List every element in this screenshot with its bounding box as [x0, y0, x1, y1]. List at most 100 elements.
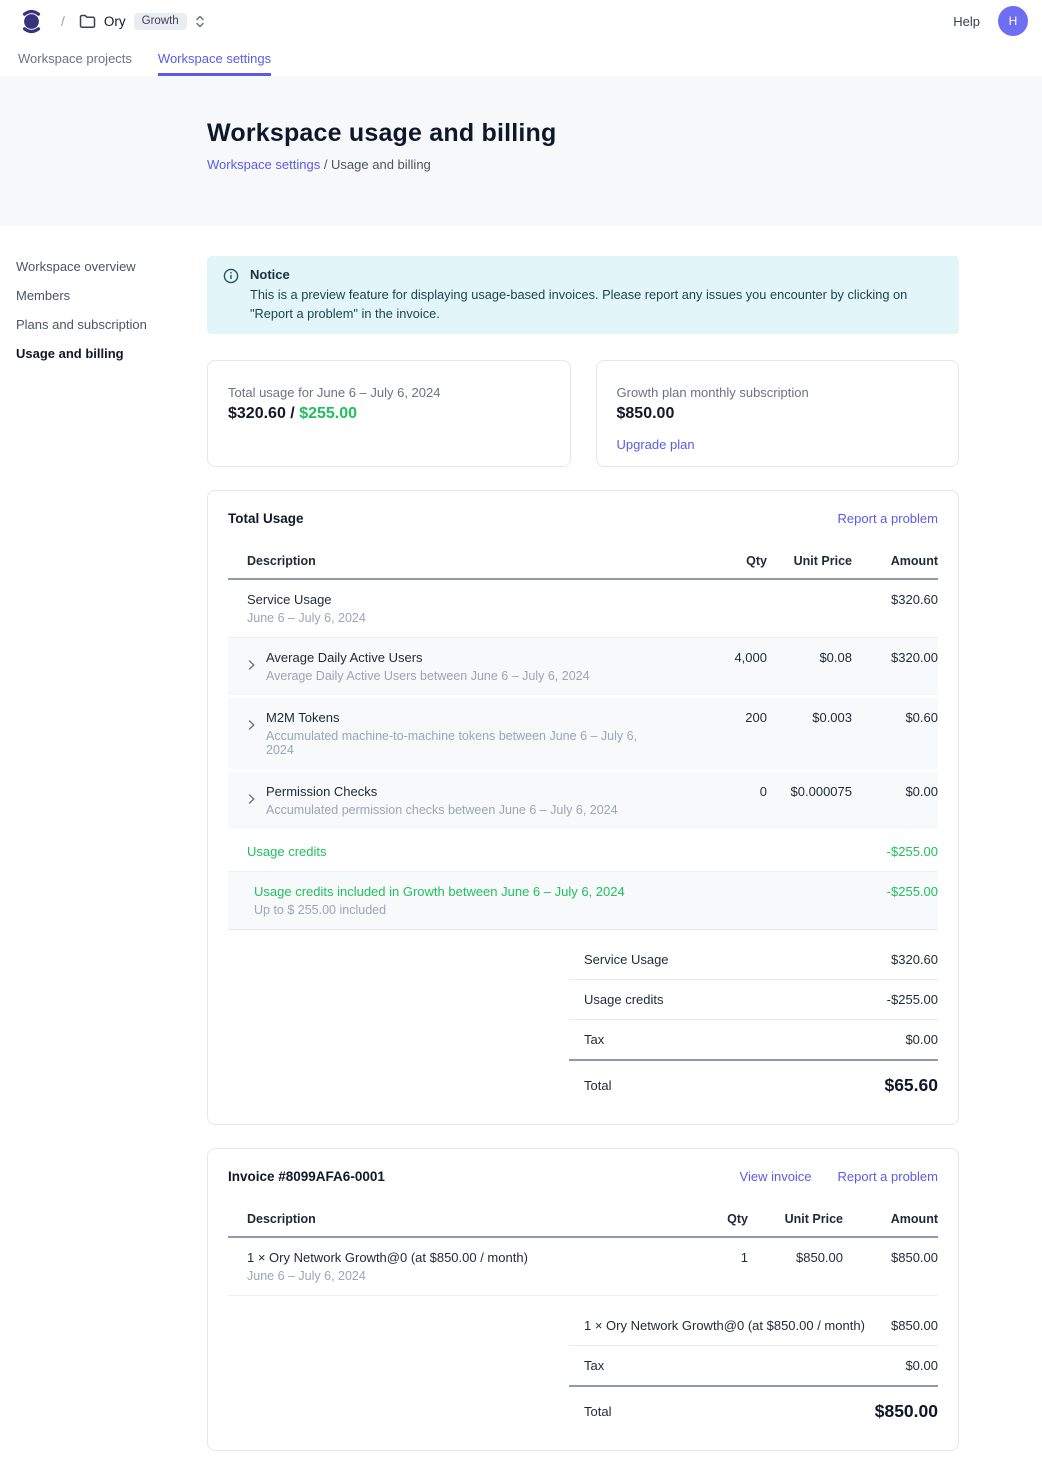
- chevron-right-icon[interactable]: [247, 793, 256, 817]
- breadcrumb-current: / Usage and billing: [320, 157, 431, 172]
- summary-label: Usage credits: [569, 992, 663, 1007]
- preview-notice-banner: Notice This is a preview feature for dis…: [207, 256, 959, 334]
- invoice-report-problem-link[interactable]: Report a problem: [838, 1169, 938, 1184]
- usage-summary: Service Usage $320.60 Usage credits -$25…: [569, 940, 938, 1100]
- notice-content: Notice This is a preview feature for dis…: [250, 267, 940, 323]
- usage-amount-included: $255.00: [299, 405, 357, 422]
- row-qty: 0: [657, 784, 767, 799]
- workspace-switcher[interactable]: Ory Growth: [79, 13, 205, 30]
- summary-total-amount: $850.00: [875, 1401, 938, 1422]
- tab-workspace-settings[interactable]: Workspace settings: [158, 42, 271, 76]
- invoice-panel: Invoice #8099AFA6-0001 View invoice Repo…: [207, 1148, 959, 1451]
- table-row: Permission Checks Accumulated permission…: [228, 772, 938, 832]
- row-title: 1 × Ory Network Growth@0 (at $850.00 / m…: [247, 1250, 528, 1265]
- table-row: 1 × Ory Network Growth@0 (at $850.00 / m…: [228, 1238, 938, 1296]
- summary-row: Usage credits -$255.00: [569, 980, 938, 1020]
- notice-title: Notice: [250, 267, 940, 282]
- sidebar-item-plans-and-subscription[interactable]: Plans and subscription: [16, 317, 207, 332]
- summary-total-row: Total $850.00: [569, 1387, 938, 1426]
- usage-table-header: Description Qty Unit Price Amount: [228, 548, 938, 580]
- folder-icon: [79, 14, 96, 29]
- table-row: Service Usage June 6 – July 6, 2024 $320…: [228, 580, 938, 638]
- row-amount: -$255.00: [852, 844, 938, 859]
- subscription-amount: $850.00: [617, 405, 939, 423]
- summary-row: Tax $0.00: [569, 1346, 938, 1387]
- row-subtitle: Average Daily Active Users between June …: [266, 669, 590, 683]
- chevron-right-icon[interactable]: [247, 719, 256, 757]
- row-amount: $320.60: [852, 592, 938, 607]
- notice-body: This is a preview feature for displaying…: [250, 285, 940, 323]
- row-subtitle: Accumulated machine-to-machine tokens be…: [266, 729, 657, 757]
- info-icon: [223, 268, 239, 323]
- row-unit-price: $0.000075: [767, 784, 852, 799]
- row-unit-price: $850.00: [748, 1250, 843, 1265]
- col-qty: Qty: [657, 554, 767, 568]
- workspace-tabs: Workspace projects Workspace settings: [0, 42, 1042, 76]
- upgrade-plan-link[interactable]: Upgrade plan: [617, 437, 695, 452]
- row-title: Permission Checks: [266, 784, 618, 799]
- chevron-right-icon[interactable]: [247, 659, 256, 683]
- summary-label: Tax: [569, 1032, 604, 1047]
- total-usage-value: $320.60 / $255.00: [228, 405, 550, 423]
- summary-total-label: Total: [569, 1404, 611, 1419]
- row-unit-price: $0.08: [767, 650, 852, 665]
- row-subtitle: Accumulated permission checks between Ju…: [266, 803, 618, 817]
- row-subtitle: June 6 – July 6, 2024: [247, 1269, 528, 1283]
- view-invoice-link[interactable]: View invoice: [740, 1169, 812, 1184]
- col-qty: Qty: [688, 1212, 748, 1226]
- subscription-card: Growth plan monthly subscription $850.00…: [596, 360, 960, 467]
- table-row: Average Daily Active Users Average Daily…: [228, 638, 938, 698]
- summary-amount: -$255.00: [887, 992, 938, 1007]
- col-unit-price: Unit Price: [748, 1212, 843, 1226]
- usage-table: Description Qty Unit Price Amount Servic…: [228, 548, 938, 930]
- row-amount: $320.00: [852, 650, 938, 665]
- row-amount: -$255.00: [852, 884, 938, 899]
- sidebar-item-workspace-overview[interactable]: Workspace overview: [16, 259, 207, 274]
- summary-amount: $320.60: [891, 952, 938, 967]
- total-usage-panel: Total Usage Report a problem Description…: [207, 490, 959, 1125]
- summary-total-amount: $65.60: [884, 1075, 938, 1096]
- invoice-table: Description Qty Unit Price Amount 1 × Or…: [228, 1206, 938, 1296]
- breadcrumb: Workspace settings / Usage and billing: [207, 157, 1042, 172]
- invoice-panel-title: Invoice #8099AFA6-0001: [228, 1169, 385, 1184]
- summary-label: Service Usage: [569, 952, 669, 967]
- row-amount: $850.00: [843, 1250, 938, 1265]
- total-usage-label: Total usage for June 6 – July 6, 2024: [228, 385, 550, 400]
- invoice-table-header: Description Qty Unit Price Amount: [228, 1206, 938, 1238]
- summary-amount: $0.00: [905, 1032, 938, 1047]
- row-title: Service Usage: [247, 592, 366, 607]
- summary-row: Service Usage $320.60: [569, 940, 938, 980]
- col-description: Description: [228, 1212, 688, 1226]
- col-description: Description: [228, 554, 657, 568]
- page-title: Workspace usage and billing: [207, 119, 1042, 148]
- summary-label: 1 × Ory Network Growth@0 (at $850.00 / m…: [569, 1318, 865, 1333]
- table-row: M2M Tokens Accumulated machine-to-machin…: [228, 698, 938, 772]
- invoice-panel-header: Invoice #8099AFA6-0001 View invoice Repo…: [208, 1169, 958, 1186]
- main-content: Notice This is a preview feature for dis…: [207, 226, 959, 1467]
- subscription-label: Growth plan monthly subscription: [617, 385, 939, 400]
- ory-logo-icon[interactable]: [20, 8, 43, 35]
- usage-amount-separator: /: [286, 405, 299, 422]
- row-qty: 200: [657, 710, 767, 725]
- col-amount: Amount: [852, 554, 938, 568]
- settings-sidebar: Workspace overview Members Plans and sub…: [0, 226, 207, 1467]
- user-avatar[interactable]: H: [998, 6, 1028, 36]
- table-row: Usage credits included in Growth between…: [228, 872, 938, 930]
- summary-row: 1 × Ory Network Growth@0 (at $850.00 / m…: [569, 1306, 938, 1346]
- billing-summary-cards: Total usage for June 6 – July 6, 2024 $3…: [207, 360, 959, 467]
- page-header: Workspace usage and billing Workspace se…: [0, 76, 1042, 226]
- summary-total-row: Total $65.60: [569, 1061, 938, 1100]
- usage-panel-header: Total Usage Report a problem: [208, 511, 958, 528]
- col-amount: Amount: [843, 1212, 938, 1226]
- sidebar-item-usage-and-billing[interactable]: Usage and billing: [16, 346, 207, 361]
- summary-total-label: Total: [569, 1078, 611, 1093]
- topbar-right: Help H: [953, 6, 1028, 36]
- top-bar: / Ory Growth Help H: [0, 0, 1042, 42]
- sidebar-item-members[interactable]: Members: [16, 288, 207, 303]
- usage-report-problem-link[interactable]: Report a problem: [838, 511, 938, 526]
- help-link[interactable]: Help: [953, 14, 980, 29]
- row-subtitle: Up to $ 255.00 included: [254, 903, 625, 917]
- selector-chevrons-icon: [195, 14, 205, 29]
- breadcrumb-link-workspace-settings[interactable]: Workspace settings: [207, 157, 320, 172]
- tab-workspace-projects[interactable]: Workspace projects: [18, 42, 132, 76]
